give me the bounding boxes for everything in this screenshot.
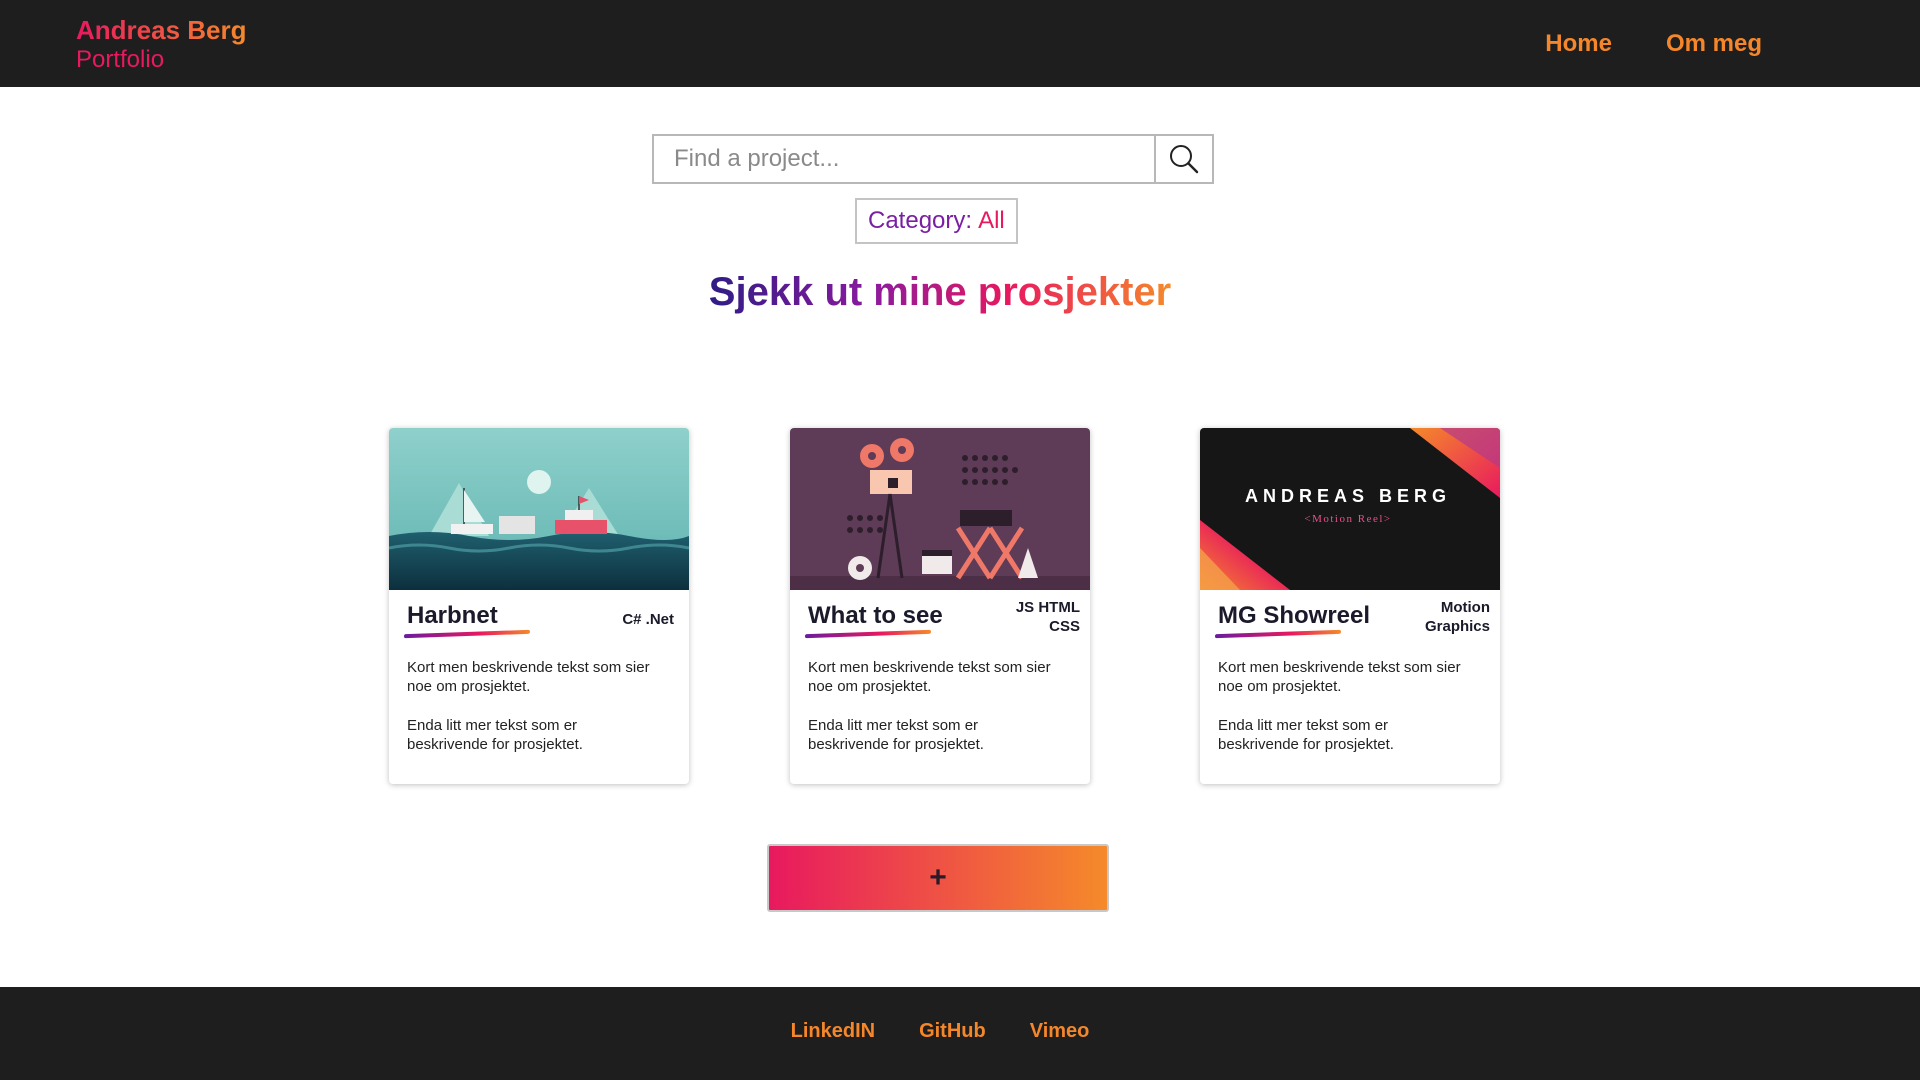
card-title: MG Showreel <box>1218 602 1371 629</box>
card-desc-2: Enda litt mer tekst som er beskrivende f… <box>1218 717 1394 753</box>
card-tags-line2: CSS <box>1049 618 1080 635</box>
what-to-see-image <box>790 428 1090 590</box>
mg-showreel-image: ANDREAS BERG <Motion Reel> <box>1200 428 1500 590</box>
card-desc-2: Enda litt mer tekst som er beskrivende f… <box>407 717 583 753</box>
search-button[interactable] <box>1154 136 1212 182</box>
showreel-image-subtitle: <Motion Reel> <box>1304 513 1391 525</box>
site-footer: LinkedIN GitHub Vimeo <box>0 987 1920 1080</box>
card-description: Kort men beskrivende tekst som sier noe … <box>407 658 657 754</box>
footer-link-github[interactable]: GitHub <box>919 1020 986 1043</box>
card-tags: JS HTML CSS <box>1016 598 1080 636</box>
footer-link-linkedin[interactable]: LinkedIN <box>791 1020 875 1043</box>
page-heading: Sjekk ut mine prosjekter <box>0 270 1880 315</box>
card-desc-1: Kort men beskrivende tekst som sier noe … <box>808 659 1051 695</box>
site-header: Andreas Berg Portfolio Home Om meg <box>0 0 1920 87</box>
nav-home-link[interactable]: Home <box>1545 30 1612 58</box>
main-nav: Home Om meg <box>1545 30 1762 58</box>
card-tags-line1: JS HTML <box>1015 599 1080 616</box>
project-search <box>652 134 1214 184</box>
card-desc-1: Kort men beskrivende tekst som sier noe … <box>1218 659 1461 695</box>
card-title: Harbnet <box>407 602 498 629</box>
card-tags-line2: Graphics <box>1424 618 1490 635</box>
project-card-mg-showreel[interactable]: ANDREAS BERG <Motion Reel> MG Showreel M… <box>1200 428 1500 784</box>
brand[interactable]: Andreas Berg Portfolio <box>76 14 247 74</box>
card-title: What to see <box>808 602 943 629</box>
nav-about-link[interactable]: Om meg <box>1666 30 1762 58</box>
project-card-harbnet[interactable]: Harbnet C# .Net Kort men beskrivende tek… <box>389 428 689 784</box>
add-project-button[interactable]: + <box>767 844 1109 912</box>
harbnet-image <box>389 428 689 590</box>
title-underline <box>1215 629 1341 639</box>
card-tags-line1: Motion <box>1440 599 1490 616</box>
card-description: Kort men beskrivende tekst som sier noe … <box>1218 658 1468 754</box>
category-label: Category: <box>868 207 973 234</box>
card-description: Kort men beskrivende tekst som sier noe … <box>808 658 1058 754</box>
page-heading-text: Sjekk ut mine prosjekter <box>708 270 1172 314</box>
footer-link-vimeo[interactable]: Vimeo <box>1030 1020 1090 1043</box>
card-tags: C# .Net <box>622 610 674 629</box>
footer-links: LinkedIN GitHub Vimeo <box>0 1020 1880 1043</box>
title-underline <box>404 629 530 639</box>
showreel-image-title: ANDREAS BERG <box>1245 486 1451 506</box>
category-value: All <box>978 207 1005 234</box>
card-tags-line1: C# .Net <box>622 611 674 628</box>
title-underline <box>805 629 931 639</box>
brand-name[interactable]: Andreas Berg <box>76 14 247 46</box>
brand-subtitle[interactable]: Portfolio <box>76 46 247 74</box>
project-card-what-to-see[interactable]: What to see JS HTML CSS Kort men beskriv… <box>790 428 1090 784</box>
card-tags: Motion Graphics <box>1425 598 1490 636</box>
search-icon <box>1170 145 1199 174</box>
category-filter[interactable]: Category: All <box>855 198 1018 244</box>
card-desc-1: Kort men beskrivende tekst som sier noe … <box>407 659 650 695</box>
card-desc-2: Enda litt mer tekst som er beskrivende f… <box>808 717 984 753</box>
search-input[interactable] <box>654 136 1154 182</box>
